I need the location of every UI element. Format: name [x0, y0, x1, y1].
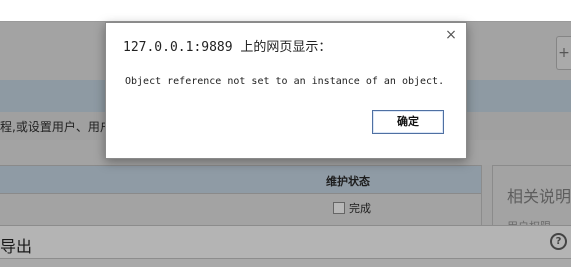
- table: 维护状态 完成: [0, 165, 482, 225]
- close-icon[interactable]: ×: [444, 28, 458, 42]
- top-right-button[interactable]: +: [556, 36, 571, 70]
- export-title: 导出: [0, 237, 33, 256]
- complete-checkbox[interactable]: [333, 202, 345, 214]
- browser-page: + 程,或设置用户、用户 维护状态 完成 相关说明 用户权限 导出 ? 127.…: [0, 0, 571, 267]
- related-info-title: 相关说明: [507, 187, 571, 206]
- description-text: 程,或设置用户、用户: [0, 120, 112, 134]
- related-info-panel: 相关说明 用户权限: [492, 165, 571, 233]
- top-strip: [0, 0, 571, 21]
- alert-dialog: 127.0.0.1:9889 上的网页显示： × Object referenc…: [105, 22, 467, 159]
- complete-label: 完成: [349, 202, 371, 215]
- column-header-maintenance-status: 维护状态: [326, 175, 370, 188]
- table-header: 维护状态: [0, 165, 481, 194]
- table-row: 完成: [0, 194, 481, 223]
- ok-button[interactable]: 确定: [372, 110, 444, 134]
- export-panel-header: 导出 ?: [0, 225, 571, 259]
- dialog-title: 127.0.0.1:9889 上的网页显示：: [123, 40, 332, 55]
- footer-bottom-strip: [0, 258, 571, 267]
- help-icon[interactable]: ?: [550, 233, 567, 250]
- dialog-message: Object reference not set to an instance …: [125, 76, 445, 87]
